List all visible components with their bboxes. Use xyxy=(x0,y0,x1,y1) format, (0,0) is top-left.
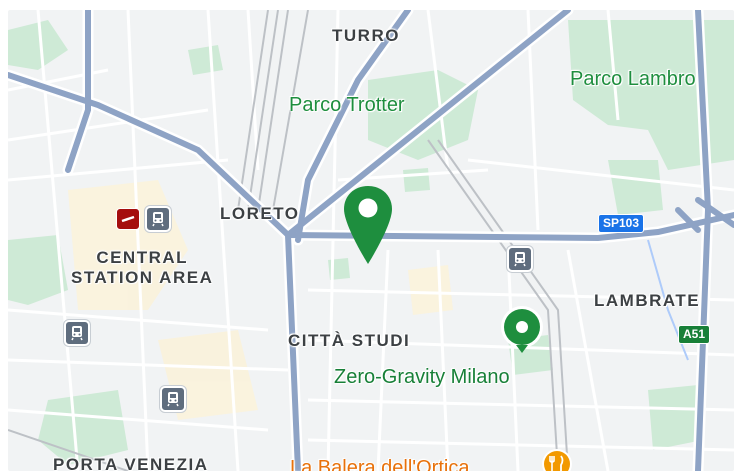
label-citta-studi: CITTÀ STUDI xyxy=(288,331,411,350)
label-turro: TURRO xyxy=(332,26,400,45)
road-shield-sp103: SP103 xyxy=(598,214,645,233)
road-shield-a51: A51 xyxy=(678,325,711,344)
train-station-icon[interactable] xyxy=(145,206,171,232)
label-central-station-area: CENTRAL STATION AREA xyxy=(71,248,214,287)
label-parco-trotter: Parco Trotter xyxy=(289,94,405,116)
label-lambrate: LAMBRATE xyxy=(594,291,701,310)
label-zero-gravity[interactable]: Zero-Gravity Milano xyxy=(334,366,510,389)
map-view[interactable]: TURRO Parco Trotter Parco Lambro LORETO … xyxy=(8,10,734,471)
label-parco-lambro: Parco Lambro xyxy=(570,68,696,90)
rail-ticket-icon[interactable] xyxy=(116,208,140,230)
map-pin-icon[interactable] xyxy=(342,184,394,268)
train-station-icon[interactable] xyxy=(64,320,90,346)
restaurant-icon[interactable] xyxy=(541,448,573,471)
green-place-icon[interactable] xyxy=(498,305,546,355)
label-la-balera[interactable]: La Balera dell'Ortica xyxy=(290,457,469,471)
train-station-icon[interactable] xyxy=(507,246,533,272)
label-loreto: LORETO xyxy=(220,204,300,223)
label-porta-venezia: PORTA VENEZIA xyxy=(53,455,209,471)
train-station-icon[interactable] xyxy=(160,386,186,412)
